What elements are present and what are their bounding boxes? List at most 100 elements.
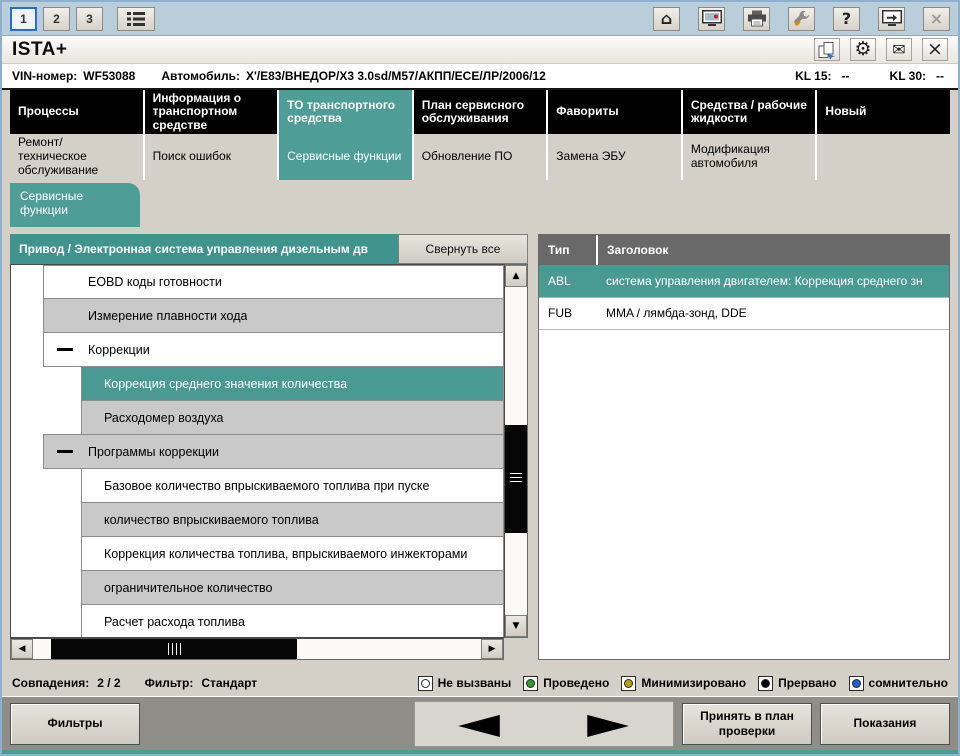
workshop-screen-button[interactable] — [698, 6, 725, 31]
accept-to-test-plan-button[interactable]: Принять в план проверки — [682, 702, 812, 745]
legend-performed: Проведено — [523, 675, 609, 691]
tree-panel-header: Привод / Электронная система управления … — [10, 234, 528, 264]
scroll-left-button[interactable]: ◀ — [11, 639, 33, 659]
toolbar-close-button[interactable]: × — [923, 6, 950, 31]
collapse-minus-icon[interactable] — [57, 450, 73, 453]
tree-item-label: Коррекция количества топлива, впрыскивае… — [104, 546, 468, 561]
subtab-troubleshooting[interactable]: Поиск ошибок — [144, 134, 278, 180]
subtab-service-functions[interactable]: Сервисные функции — [279, 134, 412, 180]
top-toolbar: 1 2 3 ⌂ ? × — [2, 2, 958, 36]
status-square-icon — [621, 675, 637, 691]
status-square-icon — [848, 675, 864, 691]
tree-item-label: ограничительное количество — [104, 580, 273, 595]
horizontal-scroll-track[interactable] — [33, 639, 481, 659]
scroll-right-button[interactable]: ▶ — [481, 639, 503, 659]
subtab-vehicle-modification[interactable]: Модификация автомобиля — [682, 134, 816, 180]
vehicle-label: Автомобиль: — [161, 69, 240, 83]
prev-button[interactable]: ◀ — [416, 702, 543, 745]
mail-button[interactable]: ✉ — [886, 38, 912, 61]
status-bar: Совпадения: 2 / 2 Фильтр: Стандарт Не вы… — [2, 670, 958, 696]
page-2-button[interactable]: 2 — [43, 6, 70, 31]
tree-item-box[interactable]: Коррекция среднего значения количества — [81, 366, 504, 401]
horizontal-scroll-thumb[interactable] — [50, 639, 298, 659]
subtab-repair-maintenance[interactable]: Ремонт/ техническое обслуживание — [10, 134, 143, 180]
tree-item-box[interactable]: ограничительное количество — [81, 570, 504, 605]
legend-label: сомнительно — [868, 676, 948, 690]
tree-item-box[interactable]: количество впрыскиваемого топлива — [81, 502, 504, 537]
display-switch-button[interactable] — [878, 6, 905, 31]
tree-item-box[interactable]: Расчет расхода топлива — [81, 604, 504, 637]
print-button[interactable] — [743, 6, 770, 31]
tree-item-label: Программы коррекции — [88, 444, 220, 459]
readings-button[interactable]: Показания — [820, 702, 950, 745]
legend-doubtful: сомнительно — [848, 675, 948, 691]
kl30-value: -- — [936, 69, 944, 83]
vertical-scroll-thumb[interactable] — [505, 424, 527, 533]
status-circle-icon — [624, 678, 634, 688]
copy-pages-icon — [817, 41, 837, 59]
tab-vehicle-service[interactable]: ТО транспортного средства — [279, 90, 412, 135]
tree-item-label: Измерение плавности хода — [88, 308, 248, 323]
tree-item: ограничительное количество — [11, 570, 504, 605]
tree-item-box[interactable]: Коррекция количества топлива, впрыскивае… — [81, 536, 504, 571]
task-list-button[interactable] — [117, 6, 155, 31]
tools-button[interactable] — [788, 6, 815, 31]
tab-fluids-label: Средства / рабочие жидкости — [690, 97, 807, 126]
settings-button[interactable]: ⚙ — [850, 38, 876, 61]
tab-new[interactable]: Новый — [817, 90, 950, 135]
vertical-scrollbar: ▲ ▼ — [504, 264, 528, 638]
tree-item-box[interactable]: Коррекции — [43, 332, 504, 367]
main-nav: Процессы Информация о транспортном средс… — [10, 90, 950, 135]
tree-item-box[interactable]: Расходомер воздуха — [81, 400, 504, 435]
title-bar-icons: ⚙ ✉ × — [814, 38, 948, 61]
tree-item-box[interactable]: Базовое количество впрыскиваемого топлив… — [81, 468, 504, 503]
tab-favorites[interactable]: Фавориты — [548, 90, 681, 135]
help-icon: ? — [841, 8, 852, 28]
column-header-type: Тип — [539, 235, 598, 265]
subtab-software-update[interactable]: Обновление ПО — [413, 134, 547, 180]
collapse-minus-icon[interactable] — [57, 348, 73, 351]
tree-body: EOBD коды готовности Измерение плавности… — [10, 264, 528, 638]
result-row[interactable]: FUB MMA / лямбда-зонд, DDE — [539, 297, 949, 330]
next-button[interactable]: ▶ — [545, 702, 672, 745]
tree-item: EOBD коды готовности — [11, 265, 504, 299]
page-buttons: 1 2 3 — [10, 6, 155, 31]
page-1-button[interactable]: 1 — [10, 6, 37, 31]
navigation-arrows: ◀ ▶ — [414, 700, 674, 747]
prev-arrow-icon: ◀ — [458, 706, 501, 741]
doc-tab-service-functions[interactable]: Сервисные функции — [10, 183, 140, 227]
page-3-button[interactable]: 3 — [76, 6, 103, 31]
help-button[interactable]: ? — [833, 6, 860, 31]
tab-vehicle-info[interactable]: Информация о транспортном средстве — [144, 90, 278, 135]
matches-label: Совпадения: — [12, 676, 90, 690]
tree-item: Расчет расхода топлива — [11, 604, 504, 637]
tab-fluids[interactable]: Средства / рабочие жидкости — [682, 90, 816, 135]
tab-service-plan[interactable]: План сервисного обслуживания — [413, 90, 547, 135]
scroll-up-button[interactable]: ▲ — [505, 265, 527, 287]
tree-item-box[interactable]: EOBD коды готовности — [43, 265, 504, 299]
collapse-all-button[interactable]: Свернуть все — [398, 234, 528, 264]
scroll-down-button[interactable]: ▼ — [505, 615, 527, 637]
tree-item-label: Базовое количество впрыскиваемого топлив… — [104, 478, 430, 493]
task-list-icon — [126, 11, 146, 27]
home-button[interactable]: ⌂ — [653, 6, 680, 31]
page-3-label: 3 — [86, 11, 93, 26]
subtab-repair-label: Ремонт/ техническое обслуживание — [18, 135, 99, 177]
window-close-icon: × — [927, 38, 943, 60]
tree-item: Измерение плавности хода — [11, 298, 504, 333]
subtab-ecu-replacement[interactable]: Замена ЭБУ — [548, 134, 681, 180]
matches-value: 2 / 2 — [97, 676, 121, 690]
tree-item-selected: Коррекция среднего значения количества — [11, 366, 504, 401]
window-close-button[interactable]: × — [922, 38, 948, 61]
tree-item-box[interactable]: Программы коррекции — [43, 434, 504, 469]
tree-item-box[interactable]: Измерение плавности хода — [43, 298, 504, 333]
tab-processes[interactable]: Процессы — [10, 90, 143, 135]
results-header-row: Тип Заголовок — [539, 235, 949, 265]
copy-report-button[interactable] — [814, 38, 840, 61]
column-header-title: Заголовок — [597, 235, 949, 265]
subtab-vehicle-modification-label: Модификация автомобиля — [690, 142, 770, 170]
result-row-selected[interactable]: ABL система управления двигателем: Корре… — [539, 265, 949, 298]
vertical-scroll-track[interactable] — [505, 287, 527, 615]
page-2-label: 2 — [53, 11, 60, 26]
filters-button[interactable]: Фильтры — [10, 702, 140, 745]
